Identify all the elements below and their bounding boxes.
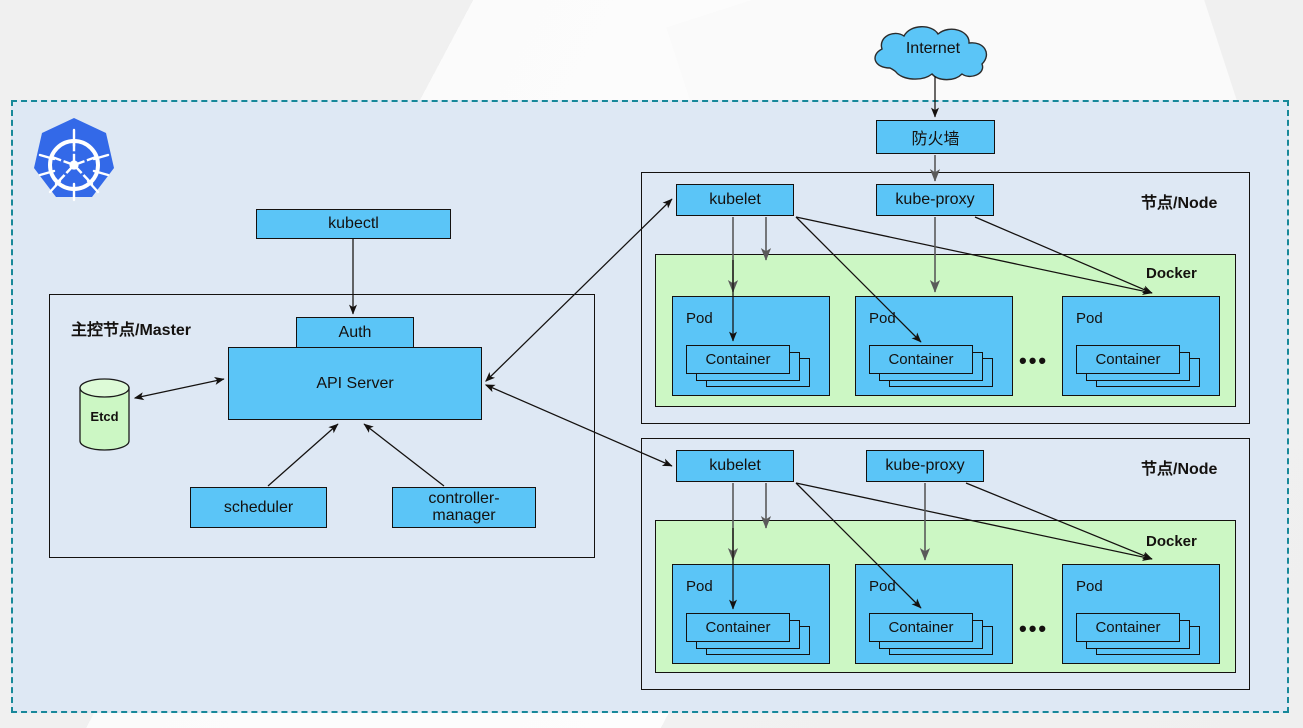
node-2-pod-2-container-label: Container bbox=[888, 619, 954, 636]
controller-manager-box[interactable]: controller- manager bbox=[392, 487, 536, 528]
master-title: 主控节点/Master bbox=[71, 322, 192, 339]
kubectl-box[interactable]: kubectl bbox=[256, 209, 451, 239]
node-2-pod-1-container[interactable]: Container bbox=[686, 613, 790, 642]
api-server-box[interactable]: API Server bbox=[228, 347, 482, 420]
node-1-pod-1-container[interactable]: Container bbox=[686, 345, 790, 374]
node-2-pod-1-container-label: Container bbox=[705, 619, 771, 636]
etcd-cylinder[interactable]: Etcd bbox=[78, 377, 131, 452]
kubectl-label: kubectl bbox=[328, 215, 379, 232]
node-1-pod-1-label: Pod bbox=[686, 310, 713, 327]
node-1-docker-label: Docker bbox=[1146, 265, 1197, 282]
node-1-title: 节点/Node bbox=[1141, 195, 1218, 212]
node-2-kube-proxy-box[interactable]: kube-proxy bbox=[866, 450, 984, 482]
node-2-pod-3-label: Pod bbox=[1076, 578, 1103, 595]
node-2-pod-1-label: Pod bbox=[686, 578, 713, 595]
internet-label: Internet bbox=[905, 40, 961, 57]
node-1-kubelet-box[interactable]: kubelet bbox=[676, 184, 794, 216]
controller-manager-label-line2: manager bbox=[432, 506, 496, 524]
node-1-kube-proxy-box[interactable]: kube-proxy bbox=[876, 184, 994, 216]
etcd-label: Etcd bbox=[90, 409, 119, 424]
firewall-label: 防火墙 bbox=[911, 131, 960, 148]
node-1-pod-2-container[interactable]: Container bbox=[869, 345, 973, 374]
api-server-label: API Server bbox=[316, 374, 394, 392]
kubernetes-logo bbox=[24, 116, 124, 216]
node-2-docker-label: Docker bbox=[1146, 533, 1197, 550]
node-2-title: 节点/Node bbox=[1141, 461, 1218, 478]
scheduler-box[interactable]: scheduler bbox=[190, 487, 327, 528]
controller-manager-label-line1: controller- bbox=[428, 489, 500, 507]
node-2-pod-3-container-label: Container bbox=[1095, 619, 1161, 636]
node-1-kube-proxy-label: kube-proxy bbox=[895, 191, 975, 208]
node-1-pod-3-container[interactable]: Container bbox=[1076, 345, 1180, 374]
firewall-box[interactable]: 防火墙 bbox=[876, 120, 995, 154]
node-1-kubelet-label: kubelet bbox=[709, 191, 761, 208]
node-2-ellipsis: ••• bbox=[1019, 616, 1049, 641]
node-1-pod-2-container-label: Container bbox=[888, 351, 954, 368]
node-2-kubelet-box[interactable]: kubelet bbox=[676, 450, 794, 482]
node-1-pod-2-label: Pod bbox=[869, 310, 896, 327]
node-2-pod-3-container[interactable]: Container bbox=[1076, 613, 1180, 642]
scheduler-label: scheduler bbox=[223, 498, 294, 516]
node-2-pod-2-container[interactable]: Container bbox=[869, 613, 973, 642]
auth-label: Auth bbox=[338, 323, 372, 341]
node-1-pod-3-label: Pod bbox=[1076, 310, 1103, 327]
auth-box[interactable]: Auth bbox=[296, 317, 414, 348]
internet-cloud: Internet bbox=[858, 22, 1008, 84]
node-2-kubelet-label: kubelet bbox=[709, 457, 761, 474]
node-2-kube-proxy-label: kube-proxy bbox=[885, 457, 965, 474]
node-2-pod-2-label: Pod bbox=[869, 578, 896, 595]
node-1-ellipsis: ••• bbox=[1019, 348, 1049, 373]
diagram-canvas: Internet 防火墙 kubectl 主控节点/Master Etcd Au… bbox=[0, 0, 1303, 728]
node-1-pod-3-container-label: Container bbox=[1095, 351, 1161, 368]
node-1-pod-1-container-label: Container bbox=[705, 351, 771, 368]
